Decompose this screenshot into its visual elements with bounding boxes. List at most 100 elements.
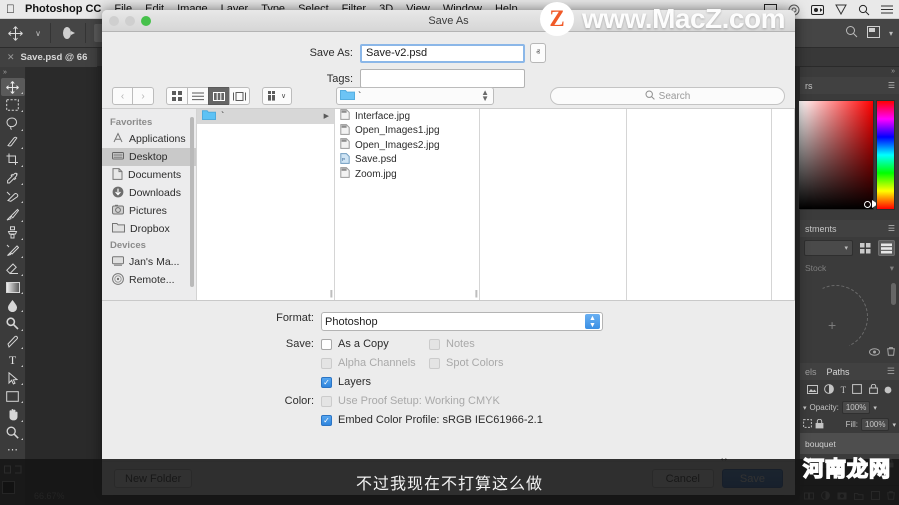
foreground-color-swatch[interactable] — [1, 481, 15, 495]
tool-preset-icon[interactable] — [55, 19, 81, 48]
eraser-tool[interactable] — [1, 260, 25, 278]
workspace-icon[interactable] — [866, 25, 880, 43]
tab-layers[interactable]: els — [800, 367, 822, 377]
sidebar-item-jans-mac[interactable]: Jan's Ma... — [102, 253, 196, 271]
minimize-button[interactable] — [125, 16, 135, 26]
panels-collapse-icon[interactable]: » — [800, 67, 899, 77]
checkbox-box[interactable] — [321, 338, 332, 350]
sidebar-scrollbar[interactable] — [190, 117, 194, 287]
screen-mode-icons[interactable] — [1, 460, 25, 478]
chevron-down-icon[interactable]: ▾ — [890, 263, 894, 274]
sidebar-item-downloads[interactable]: Downloads — [102, 184, 196, 202]
column-resize-grip[interactable]: || — [475, 289, 478, 298]
menu-app-name[interactable]: Photoshop CC — [25, 3, 101, 15]
type-tool[interactable]: T — [1, 351, 25, 369]
smart-object-filter-icon[interactable] — [868, 381, 878, 399]
finder-column-2[interactable]: Interface.jpg Open_Images1.jpg Open_Imag… — [335, 109, 480, 300]
sidebar-item-desktop[interactable]: Desktop — [102, 148, 196, 166]
rectangle-tool[interactable] — [1, 387, 25, 405]
screen-record-icon[interactable] — [811, 4, 824, 15]
adjustment-filter-icon[interactable] — [824, 381, 835, 399]
list-view-icon[interactable] — [878, 240, 895, 256]
color-field-picker[interactable] — [798, 100, 874, 210]
type-filter-icon[interactable]: T — [841, 385, 847, 395]
layer-row[interactable]: bouquet — [800, 433, 899, 454]
fill-chevron-icon[interactable]: ▾ — [892, 421, 896, 429]
hand-tool[interactable] — [1, 405, 25, 423]
sidebar-item-documents[interactable]: Documents — [102, 166, 196, 184]
mask-icon[interactable] — [837, 487, 847, 505]
move-tool[interactable] — [0, 78, 25, 97]
forward-button[interactable]: › — [133, 87, 154, 105]
lasso-tool[interactable] — [1, 114, 25, 132]
panel-menu-icon[interactable]: ☰ — [887, 366, 895, 377]
brush-tool[interactable] — [1, 205, 25, 223]
libraries-scrollbar[interactable] — [891, 283, 896, 305]
eyedropper-tool[interactable] — [1, 169, 25, 187]
clone-stamp-tool[interactable] — [1, 224, 25, 242]
cancel-button[interactable]: Cancel — [651, 469, 714, 488]
checkbox-box[interactable]: ✓ — [321, 376, 332, 388]
list-view-button[interactable] — [187, 87, 208, 105]
delete-icon[interactable] — [887, 343, 895, 361]
checkbox-layers[interactable]: ✓ Layers — [321, 376, 507, 388]
shape-filter-icon[interactable] — [852, 381, 863, 399]
link-icon[interactable] — [803, 487, 814, 505]
finder-column-4[interactable] — [627, 109, 772, 300]
history-brush-tool[interactable] — [1, 242, 25, 260]
path-selection-tool[interactable] — [1, 369, 25, 387]
move-tool-icon[interactable] — [0, 19, 30, 48]
lock-icon[interactable] — [886, 458, 894, 470]
save-button[interactable]: Save — [721, 469, 783, 488]
toolbox-expand-icon[interactable]: » — [0, 69, 25, 78]
new-folder-button[interactable]: New Folder — [114, 469, 193, 488]
shield-icon[interactable] — [835, 4, 847, 15]
blur-tool[interactable] — [1, 296, 25, 314]
close-icon[interactable]: ✕ — [7, 52, 15, 63]
crop-tool[interactable] — [1, 151, 25, 169]
finder-row-file[interactable]: P Save.psd — [335, 152, 479, 168]
close-button[interactable] — [109, 16, 119, 26]
dodge-tool[interactable] — [1, 314, 25, 332]
expand-browser-button[interactable]: ⱏ — [530, 43, 546, 63]
column-resize-grip[interactable]: || — [330, 289, 333, 298]
library-select[interactable]: ▾ — [804, 240, 853, 256]
new-layer-icon[interactable] — [871, 487, 881, 505]
back-button[interactable]: ‹ — [112, 87, 133, 105]
tags-input[interactable] — [360, 69, 525, 88]
finder-row-file[interactable]: Zoom.jpg — [335, 167, 479, 182]
add-library-item-icon[interactable]: + — [828, 317, 836, 333]
color-field-marker[interactable] — [864, 201, 871, 208]
finder-column-5[interactable] — [772, 109, 795, 300]
healing-brush-tool[interactable] — [1, 187, 25, 205]
delete-layer-icon[interactable] — [887, 487, 896, 505]
apple-icon[interactable]:  — [6, 3, 15, 15]
hue-slider[interactable] — [876, 100, 895, 210]
fx-icon[interactable] — [820, 487, 830, 505]
new-group-icon[interactable] — [854, 487, 864, 505]
opacity-value[interactable]: 100% — [841, 401, 871, 414]
finder-column-1[interactable]: ` ▶ || — [197, 109, 335, 300]
list-icon[interactable] — [881, 5, 893, 15]
chevron-down-icon[interactable]: ▾ — [889, 29, 893, 38]
tab-paths[interactable]: Paths — [822, 367, 855, 377]
format-stepper-icon[interactable]: ▲ ▼ — [585, 314, 600, 329]
checkbox-as-a-copy[interactable]: As a Copy — [321, 338, 429, 350]
column-view-button[interactable] — [208, 87, 229, 105]
search-icon[interactable] — [858, 4, 870, 16]
checkbox-box[interactable]: ✓ — [321, 414, 332, 426]
sidebar-item-applications[interactable]: Applications — [102, 130, 196, 148]
quick-selection-tool[interactable] — [1, 133, 25, 151]
panel-menu-icon[interactable]: ☰ — [888, 81, 895, 90]
blend-mode-chevron-icon[interactable]: ▾ — [803, 404, 807, 412]
search-icon[interactable] — [845, 25, 858, 43]
document-tab[interactable]: ✕ Save.psd @ 66 — [0, 47, 98, 67]
transparency-lock-icon[interactable] — [803, 419, 812, 430]
finder-column-3[interactable] — [480, 109, 627, 300]
zoom-tool[interactable] — [1, 424, 25, 442]
lock-icon[interactable] — [815, 418, 824, 431]
checkbox-embed-color-profile[interactable]: ✓ Embed Color Profile: sRGB IEC61966-2.1 — [321, 414, 547, 426]
format-select[interactable]: Photoshop ▲ ▼ — [321, 312, 603, 331]
save-as-input[interactable] — [360, 43, 525, 63]
search-input[interactable]: Search — [550, 87, 785, 105]
